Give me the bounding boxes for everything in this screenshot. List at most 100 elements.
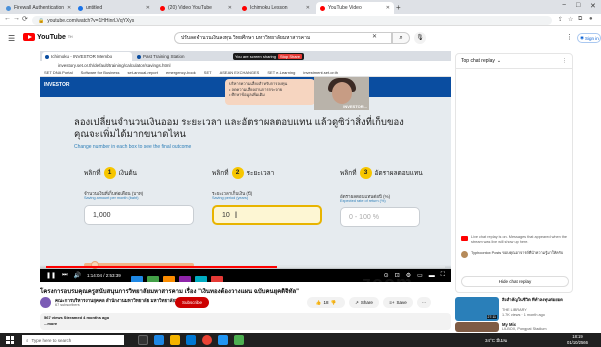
step-number-badge: 2 bbox=[231, 167, 244, 179]
browser-tab[interactable]: untitled ✕ bbox=[74, 2, 154, 14]
taskbar-search-input[interactable]: ⌕ Type here to search bbox=[22, 335, 124, 345]
step-word: พลิกที่ bbox=[340, 170, 357, 177]
description-box[interactable]: 567 views Streamed 4 months ago ...more bbox=[40, 313, 451, 330]
close-icon[interactable]: ✕ bbox=[228, 5, 232, 11]
minimize-button[interactable]: − bbox=[562, 2, 566, 9]
close-icon[interactable]: ✕ bbox=[386, 5, 390, 11]
video-player[interactable]: Ichimoku - INVESTOR Membo Past Training … bbox=[40, 51, 451, 282]
youtube-logo[interactable]: YouTube TH bbox=[23, 33, 73, 41]
save-button[interactable]: ≡+ Save bbox=[383, 297, 413, 308]
shared-tab-label: Past Training Station bbox=[143, 54, 185, 59]
favicon-icon bbox=[45, 54, 49, 59]
webcam-overlay: INVESTOR... bbox=[314, 77, 369, 110]
next-icon[interactable]: ⏭ bbox=[62, 272, 67, 279]
taskbar-search-placeholder: Type here to search bbox=[31, 337, 72, 343]
step-word: พลิกที่ bbox=[84, 170, 101, 177]
menu-icon[interactable]: ☰ bbox=[8, 34, 15, 43]
recommended-title[interactable]: สิ่งสำคัญในชีวิต ที่ทำลงทุนต่อยอด bbox=[502, 297, 573, 307]
video-thumbnail[interactable]: 27:11 bbox=[455, 297, 499, 321]
windows-start-icon[interactable] bbox=[6, 336, 14, 344]
share-icon[interactable]: ⇪ bbox=[558, 16, 563, 23]
clock-date: 01/10/2566 bbox=[567, 339, 588, 345]
close-window-button[interactable]: ✕ bbox=[590, 2, 596, 10]
bookmark-item: emergency-book bbox=[165, 70, 196, 75]
close-icon[interactable]: ✕ bbox=[67, 5, 71, 11]
new-tab-button[interactable]: + bbox=[396, 3, 401, 12]
share-button[interactable]: ↗ Share bbox=[349, 297, 379, 308]
file-explorer-icon[interactable] bbox=[170, 335, 180, 345]
chat-header-title[interactable]: Top chat replay bbox=[461, 58, 495, 64]
edge-icon[interactable] bbox=[154, 335, 164, 345]
sign-in-button[interactable]: ◉ Sign in bbox=[577, 33, 601, 43]
store-icon[interactable] bbox=[186, 335, 196, 345]
reload-icon[interactable]: ⟳ bbox=[22, 15, 28, 23]
save-playlist-icon: ≡+ bbox=[389, 300, 395, 305]
chevron-down-icon[interactable]: ⌄ bbox=[497, 58, 501, 64]
step-2-sublabel: Saving period (years) bbox=[212, 196, 249, 200]
hide-chat-button[interactable]: Hide chat replay bbox=[461, 276, 569, 287]
chat-message-text: Typhoontox Posts ขอบคุณอาจารย์ที่นำความร… bbox=[471, 251, 564, 255]
pause-icon[interactable]: ❚❚ bbox=[46, 272, 56, 279]
forward-arrow-icon[interactable]: → bbox=[13, 15, 20, 22]
back-arrow-icon[interactable]: ← bbox=[4, 15, 11, 22]
close-icon[interactable]: ✕ bbox=[306, 5, 310, 11]
search-value: ปรับลดจำนวนเงินลงทุน วิทยศึกษา มหาวิทยาล… bbox=[181, 35, 311, 41]
browser-tab-active[interactable]: YouTube Video ✕ bbox=[316, 2, 394, 14]
subscribe-button[interactable]: Subscribe bbox=[175, 297, 209, 308]
like-button[interactable]: 👍 18 👎 bbox=[307, 297, 345, 308]
profile-icon[interactable]: ● bbox=[589, 16, 593, 22]
recommended-channel: LILBOX, Pongpat Stadium bbox=[502, 327, 547, 331]
search-input[interactable]: ปรับลดจำนวนเงินลงทุน วิทยศึกษา มหาวิทยาล… bbox=[174, 32, 392, 44]
player-controls: ❚❚ ⏭ 🔊 1:14:04 / 2:53:39 ⊙ ⊡ ⚙ ▭ ▬ ⛶ bbox=[40, 265, 451, 282]
extensions-icon[interactable]: ⧉ bbox=[578, 16, 582, 23]
weather-widget[interactable]: 34°C มีเมฆ bbox=[485, 337, 507, 344]
chat-replay-note: Live chat replay is on. Messages that ap… bbox=[461, 235, 569, 245]
share-arrow-icon: ↗ bbox=[355, 299, 359, 305]
settings-gear-icon[interactable]: ⚙ bbox=[406, 272, 411, 279]
zoom-app-icon[interactable] bbox=[218, 335, 228, 345]
maximize-button[interactable]: □ bbox=[576, 2, 580, 9]
bookmark-item: set-annual-report bbox=[127, 70, 158, 75]
theater-icon[interactable]: ▬ bbox=[429, 273, 435, 279]
youtube-small-icon bbox=[461, 236, 468, 241]
thumbs-up-icon: 👍 bbox=[315, 299, 322, 305]
more-actions-button[interactable]: ··· bbox=[417, 297, 431, 308]
recommended-video[interactable]: My Mix LILBOX, Pongpat Stadium bbox=[455, 322, 573, 332]
video-thumbnail[interactable] bbox=[455, 322, 499, 332]
webcam-label: INVESTOR... bbox=[343, 104, 367, 109]
youtube-play-icon bbox=[23, 33, 35, 41]
task-view-icon[interactable] bbox=[138, 335, 148, 345]
clear-search-icon[interactable]: ✕ bbox=[372, 33, 377, 40]
more-options-icon[interactable]: ⋮ bbox=[566, 33, 573, 41]
shared-browser-tabs: Ichimoku - INVESTOR Membo Past Training … bbox=[40, 51, 451, 61]
autoplay-toggle-icon[interactable]: ⊙ bbox=[384, 272, 389, 279]
search-button[interactable]: ⌕ bbox=[392, 32, 410, 44]
recommended-video[interactable]: 27:11 สิ่งสำคัญในชีวิต ที่ทำลงทุนต่อยอด … bbox=[455, 297, 573, 321]
more-options-icon[interactable]: ⋮ bbox=[562, 58, 567, 64]
miniplayer-icon[interactable]: ▭ bbox=[417, 272, 423, 279]
tab-label: Firewall Authentication bbox=[14, 5, 65, 11]
channel-row: คณะการบริหารงานยุคคล สำนักงานมหาวิทยาลัย… bbox=[40, 296, 451, 310]
presenter-face bbox=[332, 82, 352, 104]
voice-search-button[interactable]: 🎙 bbox=[414, 32, 426, 44]
volume-icon[interactable]: 🔊 bbox=[73, 272, 80, 279]
channel-avatar[interactable] bbox=[40, 297, 51, 308]
browser-tab[interactable]: Ichimoku Lesson ✕ bbox=[238, 2, 314, 14]
close-icon[interactable]: ✕ bbox=[146, 5, 150, 11]
shared-tab: Past Training Station bbox=[134, 52, 214, 61]
browser-tab[interactable]: (20) Video YouTube ✕ bbox=[156, 2, 236, 14]
show-more-link[interactable]: ...more bbox=[44, 321, 447, 327]
chat-replay-panel: Top chat replay ⌄ ⋮ Live chat replay is … bbox=[455, 53, 573, 293]
fullscreen-icon[interactable]: ⛶ bbox=[441, 272, 445, 279]
system-clock[interactable]: 18:19 01/10/2566 bbox=[567, 334, 588, 345]
captions-icon[interactable]: ⊡ bbox=[395, 272, 400, 279]
chrome-icon[interactable] bbox=[202, 335, 212, 345]
url-field[interactable]: 🔒 youtube.com/watch?v=1HHinrLVqYXys bbox=[32, 16, 552, 25]
progress-bar[interactable] bbox=[46, 266, 445, 268]
browser-tab[interactable]: Firewall Authentication ✕ bbox=[2, 2, 72, 14]
app-icon[interactable] bbox=[234, 335, 244, 345]
lock-icon: 🔒 bbox=[38, 17, 45, 24]
bookmark-star-icon[interactable]: ☆ bbox=[568, 16, 573, 23]
bubble-line: • ศึกษาข้อมูลเพิ่มเติม bbox=[229, 92, 265, 97]
shared-bookmarks-bar: SET DNA Portal Software for Business set… bbox=[40, 69, 451, 77]
